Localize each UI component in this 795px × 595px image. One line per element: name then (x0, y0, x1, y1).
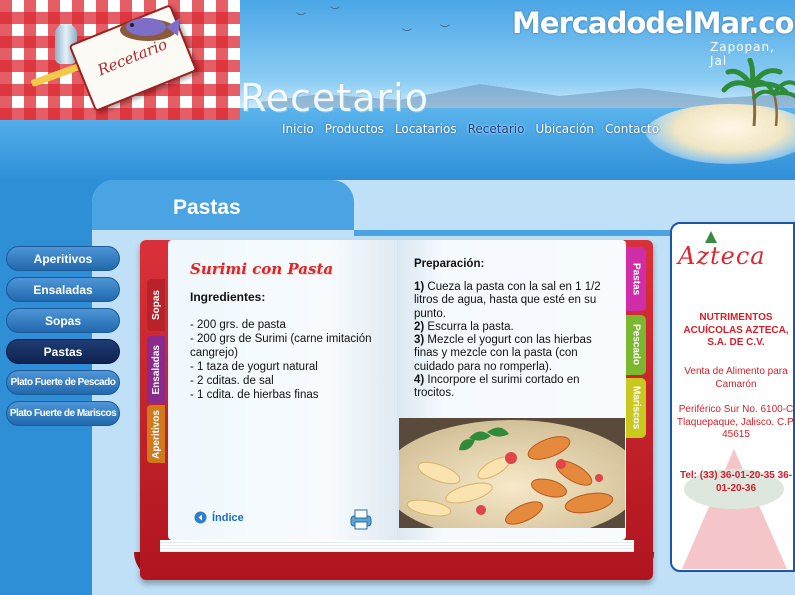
preparation-step: 3) Mezcle el yogurt con las hierbas fina… (414, 334, 619, 374)
tab-pescado[interactable]: Pescado (626, 315, 646, 375)
index-link[interactable]: Índice (194, 511, 244, 524)
index-label: Índice (212, 511, 244, 524)
pencil-icon (30, 59, 90, 88)
step-number: 4) (414, 374, 425, 387)
tab-sopas[interactable]: Sopas (147, 279, 165, 331)
ingredients-heading: Ingredientes: (190, 290, 266, 304)
ingredient-item: - 2 cditas. de sal (190, 375, 274, 387)
bird-icon: ︶ (402, 29, 412, 40)
section-title: Recetario (240, 76, 429, 120)
fish-icon (120, 18, 180, 41)
nav-ubicacion[interactable]: Ubicación (535, 122, 594, 136)
palm-tree-icon (752, 79, 795, 127)
bird-icon: ︶ (440, 25, 450, 36)
tab-mariscos-label: Mariscos (630, 386, 642, 430)
ingredient-item: - 1 cdita. de hierbas finas (190, 389, 319, 401)
ad-phone: Tel: (33) 36-01-20-35 36-01-20-36 (679, 470, 793, 494)
recipe-book-illustration: Recetario (68, 4, 198, 112)
ad-logo: Azteca (678, 242, 766, 270)
tab-aperitivos-label: Aperitivos (150, 409, 162, 459)
page-heading: Pastas (173, 196, 241, 219)
tab-sopas-label: Sopas (150, 289, 162, 320)
top-navigation: Inicio Productos Locatarios Recetario Ub… (282, 122, 659, 136)
step-text: Escurra la pasta. (424, 320, 514, 333)
step-number: 2) (414, 320, 425, 333)
brand-logo[interactable]: MercadodelMar.com (512, 6, 795, 40)
sidebar-item-plato-fuerte-pescado[interactable]: Plato Fuerte de Pescado (6, 370, 120, 395)
step-text: Incorpore el surimi cortado en trocitos. (414, 374, 580, 400)
step-number: 3) (414, 334, 425, 347)
sidebar-item-ensaladas[interactable]: Ensaladas (6, 277, 120, 302)
bird-icon: ︶ (330, 7, 340, 18)
pasta-dish-photo (399, 418, 625, 528)
sidebar-item-pastas[interactable]: Pastas (6, 339, 120, 364)
nav-inicio[interactable]: Inicio (282, 122, 314, 136)
preparation-step: 4) Incorpore el surimi cortado en trocit… (414, 374, 619, 401)
ingredient-item: - 1 taza de yogurt natural (190, 361, 318, 373)
tab-aperitivos[interactable]: Aperitivos (147, 405, 165, 463)
tab-ensaladas[interactable]: Ensaladas (147, 336, 165, 404)
sponsor-ad[interactable]: Azteca NUTRIMENTOS ACUÍCOLAS AZTECA, S.A… (670, 222, 795, 572)
nav-recetario[interactable]: Recetario (468, 122, 525, 136)
preparation-step: 2) Escurra la pasta. (414, 321, 619, 334)
tab-pastas-label: Pastas (630, 262, 642, 296)
nav-locatarios[interactable]: Locatarios (395, 122, 457, 136)
ad-address: Periférico Sur No. 6100-C Tlaquepaque, J… (676, 404, 795, 440)
tablecloth-illustration: Recetario (0, 0, 240, 120)
recipe-title: Surimi con Pasta (190, 260, 334, 278)
ad-tagline: Venta de Alimento para Camarón (684, 366, 788, 390)
step-text: Mezcle el yogurt con las hierbas finas y… (414, 334, 592, 373)
sidebar-item-aperitivos[interactable]: Aperitivos (6, 246, 120, 271)
category-sidebar: Aperitivos Ensaladas Sopas Pastas Plato … (6, 246, 120, 432)
nav-contacto[interactable]: Contacto (605, 122, 659, 136)
preparation-heading: Preparación: (414, 258, 485, 270)
step-number: 1) (414, 281, 425, 293)
recipe-book-label: Recetario (94, 35, 170, 80)
pyramid-watermark-icon (682, 449, 787, 569)
tab-mariscos[interactable]: Mariscos (626, 378, 646, 438)
tab-ensaladas-label: Ensaladas (150, 345, 162, 395)
bird-icon: ︶ (296, 13, 306, 24)
ingredients-list: - 200 grs. de pasta - 200 grs de Surimi … (190, 318, 390, 402)
book-page-edges (160, 540, 634, 552)
brand-location: Zapopan, Jal (710, 40, 775, 68)
nav-productos[interactable]: Productos (325, 122, 384, 136)
sidebar-item-sopas[interactable]: Sopas (6, 308, 120, 333)
tab-pastas[interactable]: Pastas (626, 247, 646, 311)
ingredient-item: - 200 grs. de pasta (190, 319, 286, 331)
ingredient-item: - 200 grs de Surimi (carne imitación can… (190, 333, 372, 359)
preparation-steps: 1) Cueza la pasta con la sal en 1 1/2 li… (414, 281, 619, 401)
sidebar-item-plato-fuerte-mariscos[interactable]: Plato Fuerte de Mariscos (6, 401, 120, 426)
back-arrow-icon (194, 511, 207, 524)
print-icon[interactable] (347, 508, 375, 530)
preparation-step: 1) Cueza la pasta con la sal en 1 1/2 li… (414, 281, 619, 321)
tab-pescado-label: Pescado (630, 324, 642, 366)
salt-shaker-icon (55, 24, 77, 64)
step-text: Cueza la pasta con la sal en 1 1/2 litro… (414, 281, 601, 320)
ad-company-name: NUTRIMENTOS ACUÍCOLAS AZTECA, S.A. DE C.… (683, 312, 789, 348)
